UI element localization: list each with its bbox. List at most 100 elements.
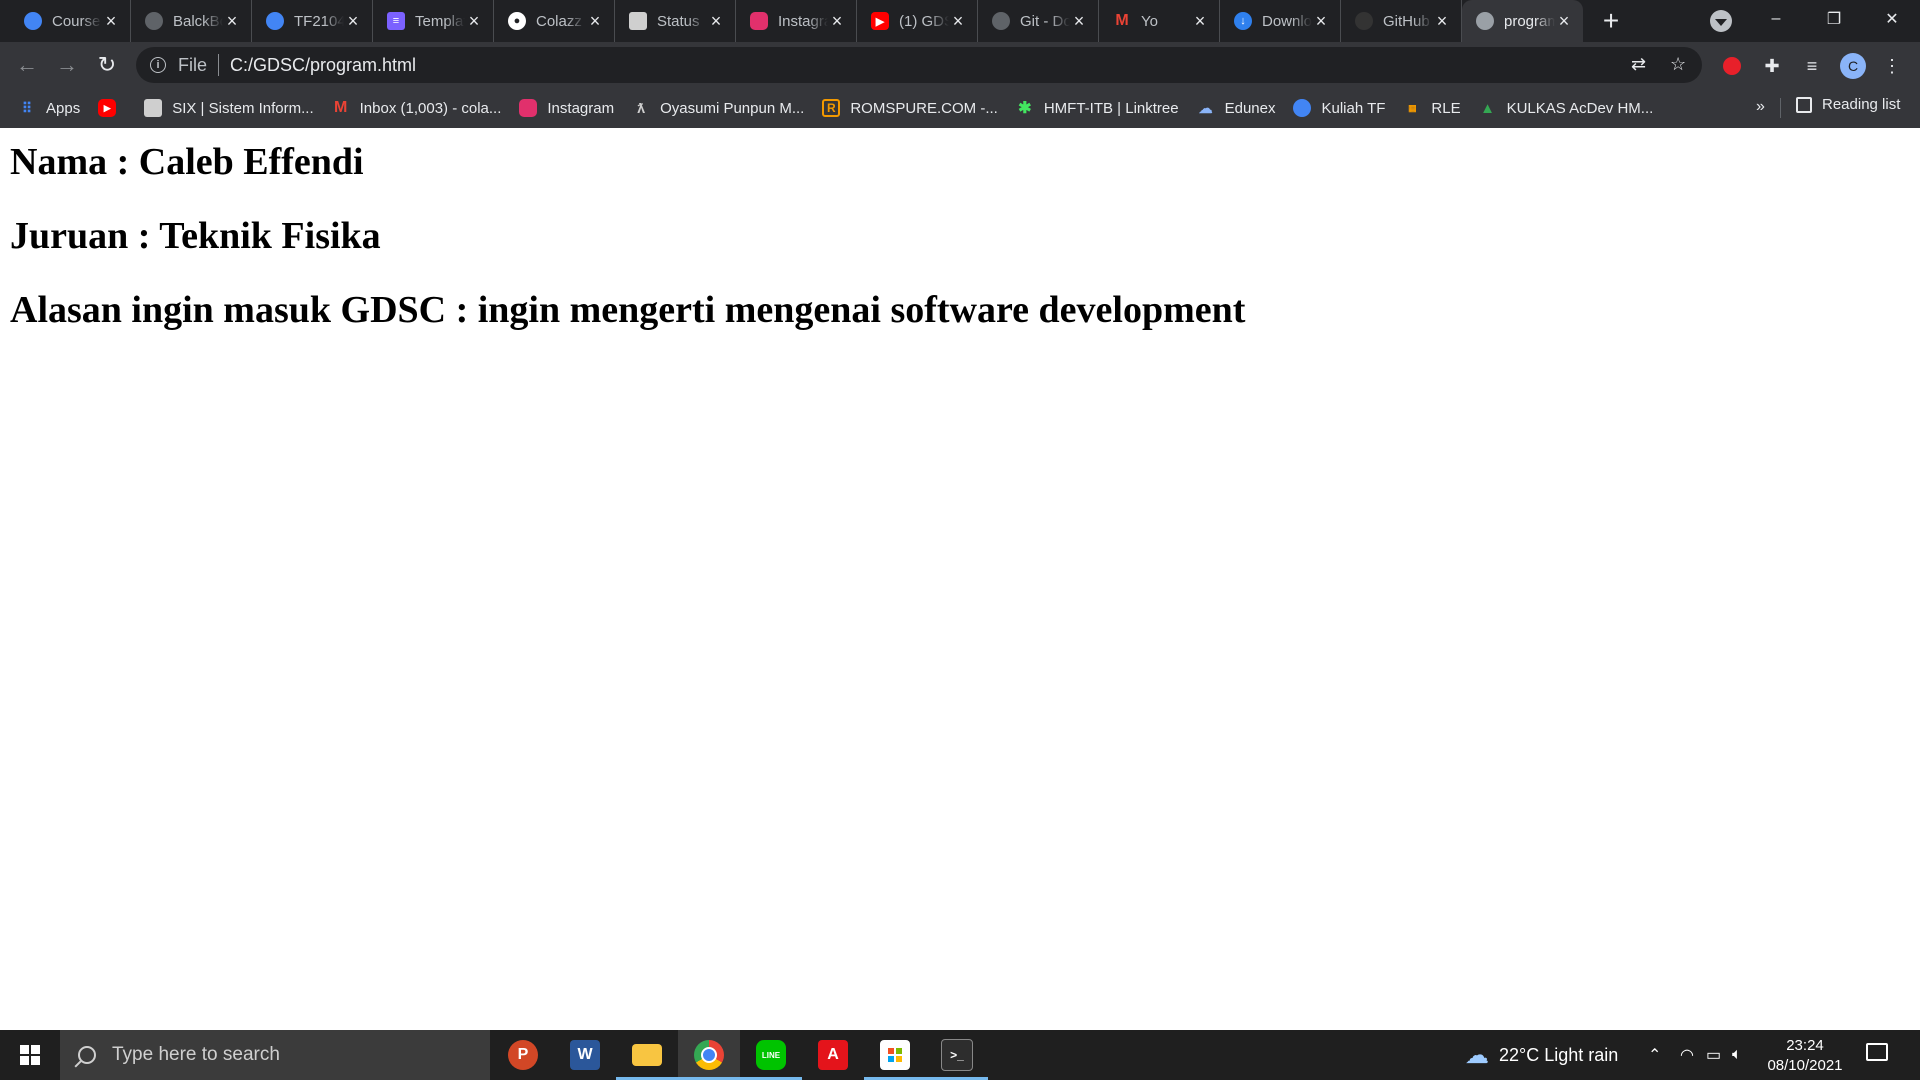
reading-list-button[interactable]: Reading list — [1796, 96, 1900, 113]
close-icon[interactable]: × — [949, 11, 967, 32]
bookmark-punpun[interactable]: ƛ Oyasumi Punpun M... — [632, 99, 804, 117]
new-tab-button[interactable]: + — [1591, 0, 1631, 42]
taskbar-app-terminal[interactable]: >_ — [926, 1030, 988, 1080]
bookmark-kuliah-tf[interactable]: Kuliah TF — [1293, 99, 1385, 117]
tf2104-favicon-icon — [266, 12, 284, 30]
close-icon[interactable]: × — [223, 11, 241, 32]
minimize-button[interactable]: – — [1748, 0, 1804, 38]
taskbar-app-store[interactable] — [864, 1030, 926, 1080]
tab-colazz[interactable]: ● Colazz × — [494, 0, 615, 42]
system-clock[interactable]: 23:24 08/10/2021 — [1760, 1036, 1850, 1076]
window-close-button[interactable]: ✕ — [1864, 0, 1920, 38]
extension-red-icon[interactable] — [1720, 54, 1744, 78]
bookmark-star-icon[interactable]: ☆ — [1670, 54, 1686, 75]
bookmark-label: SIX | Sistem Inform... — [172, 99, 314, 117]
github-icon — [1355, 12, 1373, 30]
bookmark-six[interactable]: SIX | Sistem Inform... — [144, 99, 314, 117]
tab-download[interactable]: ↓ Download× — [1220, 0, 1341, 42]
bookmark-apps[interactable]: ⠿ Apps — [18, 99, 80, 117]
tab-tf2104[interactable]: TF2104 × — [252, 0, 373, 42]
taskbar-app-chrome[interactable] — [678, 1030, 740, 1080]
download-icon: ↓ — [1234, 12, 1252, 30]
wifi-icon[interactable]: ◠ — [1680, 1030, 1694, 1080]
close-icon[interactable]: × — [1433, 11, 1451, 32]
word-icon: W — [570, 1040, 600, 1070]
close-icon[interactable]: × — [102, 11, 120, 32]
back-arrow-icon[interactable]: ← — [12, 50, 42, 80]
tab-program[interactable]: program × — [1462, 0, 1583, 42]
weather-widget[interactable]: ☁ 22°C Light rain — [1465, 1030, 1618, 1080]
bookmark-edunex[interactable]: ☁ Edunex — [1197, 99, 1276, 117]
browser-toolbar: ← → ↻ i File C:/GDSC/program.html ⇄ ☆ ✚ … — [0, 42, 1920, 88]
reload-icon[interactable]: ↻ — [92, 50, 122, 80]
close-icon[interactable]: × — [707, 11, 725, 32]
tab-title: GitHub — [1383, 12, 1430, 30]
battery-icon[interactable]: ▭ — [1706, 1030, 1721, 1080]
tab-title: Status — [657, 12, 700, 30]
menu-kebab-icon[interactable]: ⋮ — [1880, 54, 1904, 78]
bookmark-kulkas[interactable]: ▲ KULKAS AcDev HM... — [1479, 99, 1653, 117]
translate-icon[interactable]: ⇄ — [1631, 54, 1646, 75]
forms-icon: ≡ — [387, 12, 405, 30]
address-bar[interactable]: i File C:/GDSC/program.html ⇄ ☆ — [136, 47, 1702, 83]
tab-youtube-gdsc[interactable]: ▶ (1) GDSC× — [857, 0, 978, 42]
bookmark-label: Edunex — [1224, 99, 1276, 117]
notification-center-icon[interactable] — [1866, 1043, 1888, 1061]
bookmark-label: RLE — [1431, 99, 1461, 117]
close-icon[interactable]: × — [465, 11, 483, 32]
tab-git-docs[interactable]: Git - Docs× — [978, 0, 1099, 42]
tab-github[interactable]: GitHub × — [1341, 0, 1462, 42]
bookmark-instagram[interactable]: Instagram — [519, 99, 614, 117]
tab-status[interactable]: Status × — [615, 0, 736, 42]
bookmark-linktree[interactable]: ✱ HMFT-ITB | Linktree — [1016, 99, 1178, 118]
heading-nama: Nama : Caleb Effendi — [10, 141, 364, 183]
close-icon[interactable]: × — [828, 11, 846, 32]
clock-date: 08/10/2021 — [1767, 1057, 1843, 1074]
forward-arrow-icon[interactable]: → — [52, 50, 82, 80]
tab-strip: Course× BalckBox× TF2104× ≡Template× ●Co… — [0, 0, 1920, 42]
taskbar-app-word[interactable]: W — [554, 1030, 616, 1080]
tab-list: Course× BalckBox× TF2104× ≡Template× ●Co… — [0, 0, 1583, 42]
apps-grid-icon: ⠿ — [21, 99, 33, 116]
show-hidden-icons-icon[interactable]: ⌃ — [1648, 1030, 1661, 1080]
reading-list-label: Reading list — [1822, 96, 1901, 113]
close-icon[interactable]: × — [344, 11, 362, 32]
tab-instagram[interactable]: Instagram× — [736, 0, 857, 42]
tab-template[interactable]: ≡ Template× — [373, 0, 494, 42]
tab-search-icon[interactable] — [1710, 10, 1732, 32]
close-icon[interactable]: × — [1191, 11, 1209, 32]
tab-course[interactable]: Course × — [10, 0, 131, 42]
close-icon[interactable]: × — [1312, 11, 1330, 32]
taskbar-app-file-explorer[interactable] — [616, 1030, 678, 1080]
bookmark-youtube[interactable]: ▶ — [98, 99, 126, 117]
restore-button[interactable]: ❐ — [1806, 0, 1862, 38]
close-icon[interactable]: × — [1555, 11, 1573, 32]
bookmark-romspure[interactable]: R ROMSPURE.COM -... — [822, 99, 998, 117]
bookmark-inbox[interactable]: M Inbox (1,003) - cola... — [332, 99, 502, 117]
bookmark-label: Apps — [46, 99, 81, 117]
close-icon[interactable]: × — [586, 11, 604, 32]
globe-icon — [992, 12, 1010, 30]
bookmark-label: Inbox (1,003) - cola... — [359, 99, 502, 117]
gmail-icon: M — [1115, 12, 1129, 29]
url-text[interactable]: C:/GDSC/program.html — [230, 55, 416, 76]
taskbar-app-powerpoint[interactable]: P — [492, 1030, 554, 1080]
bookmark-rle[interactable]: ▦ RLE — [1403, 99, 1460, 117]
taskbar-app-line[interactable]: LINE — [740, 1030, 802, 1080]
taskbar-search-input[interactable]: Type here to search — [60, 1030, 490, 1080]
tab-gmail[interactable]: M Yo × — [1099, 0, 1220, 42]
taskbar-app-acrobat[interactable]: A — [802, 1030, 864, 1080]
romspure-icon: R — [822, 99, 841, 117]
media-queue-icon[interactable]: ≡ — [1800, 54, 1824, 78]
profile-avatar[interactable]: C — [1840, 53, 1866, 79]
bookmark-label: Instagram — [547, 99, 615, 117]
close-icon[interactable]: × — [1070, 11, 1088, 32]
info-icon[interactable]: i — [150, 57, 166, 73]
bookmarks-overflow-icon[interactable]: » — [1756, 98, 1765, 116]
extensions-puzzle-icon[interactable]: ✚ — [1760, 54, 1784, 78]
volume-icon[interactable]: 🔈︎ — [1732, 1030, 1742, 1080]
tab-balckbox[interactable]: BalckBox× — [131, 0, 252, 42]
powerpoint-icon: P — [508, 1040, 538, 1070]
start-button[interactable] — [0, 1030, 60, 1080]
edunex-icon: ☁ — [1198, 99, 1213, 116]
